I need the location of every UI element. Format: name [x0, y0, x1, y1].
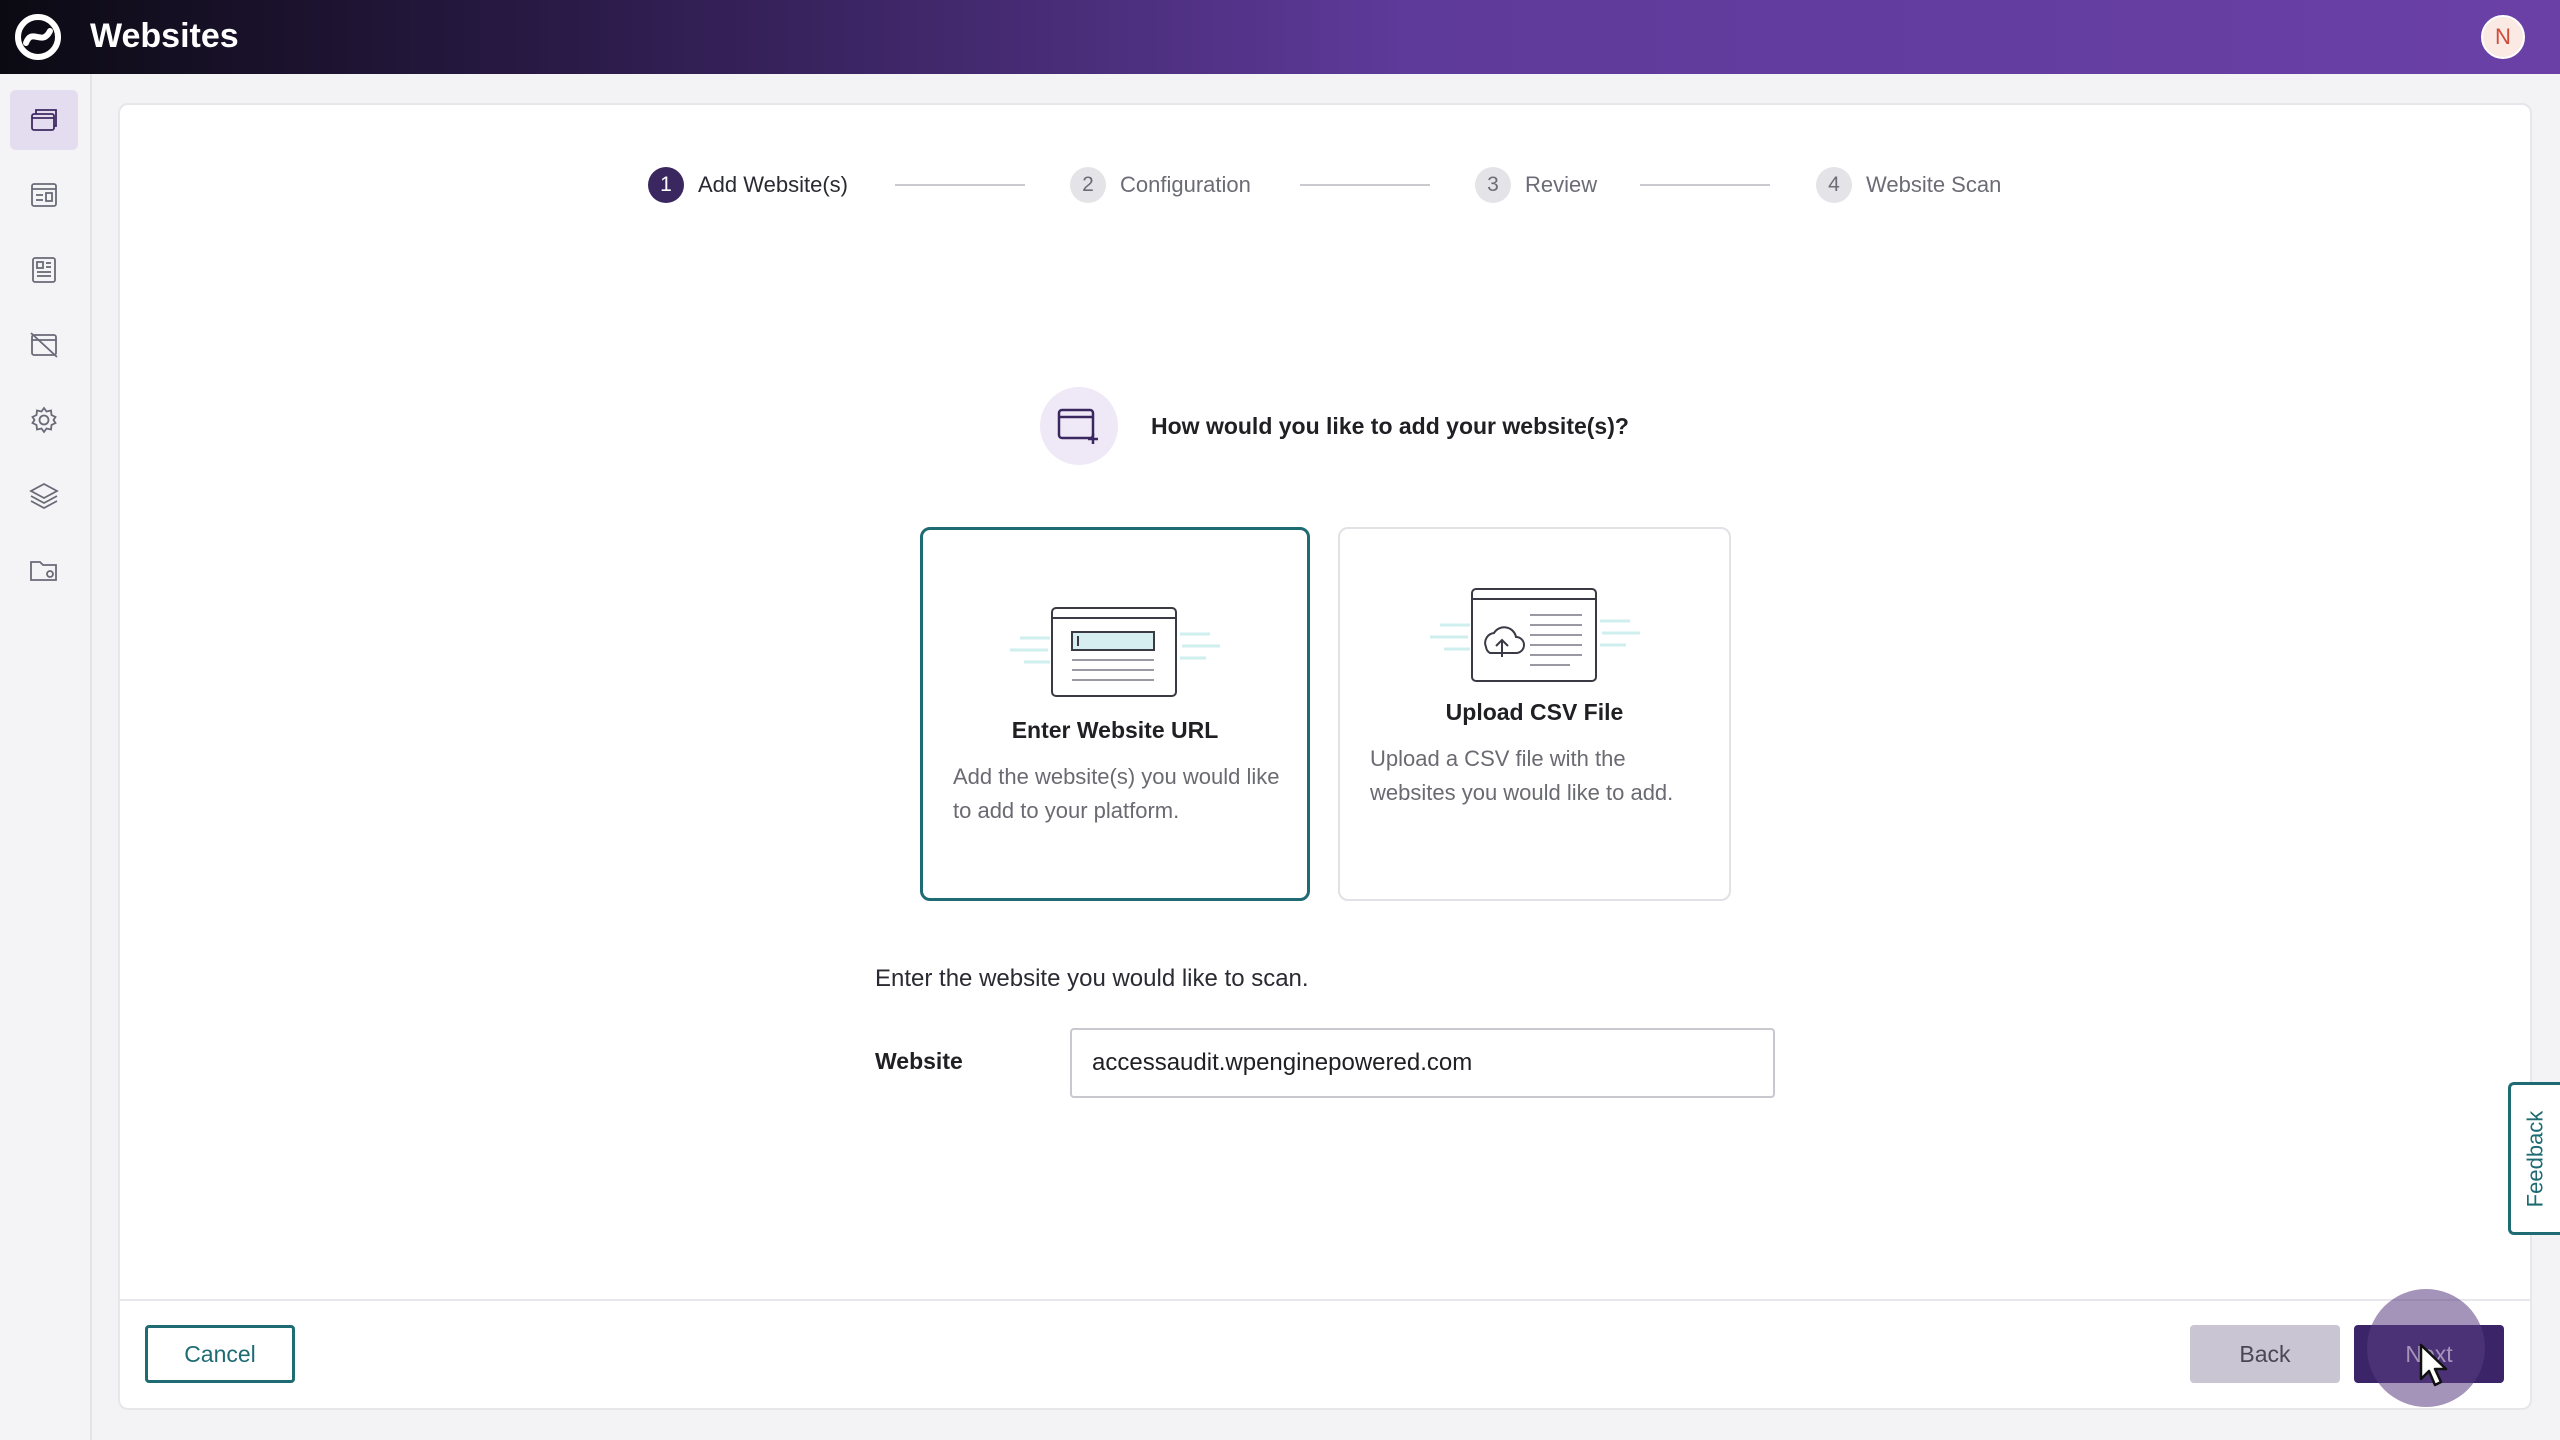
step-number: 4	[1816, 167, 1852, 203]
sidebar-item-dashboard[interactable]	[10, 165, 78, 225]
app-title: Websites	[90, 17, 239, 55]
feedback-tab[interactable]: Feedback	[2508, 1082, 2560, 1235]
website-field-label: Website	[875, 1048, 963, 1074]
website-url-input[interactable]	[1070, 1028, 1775, 1098]
top-app-bar: Websites N	[0, 0, 2560, 74]
option-description: Upload a CSV file with the websites you …	[1370, 746, 1674, 805]
step-label: Website Scan	[1866, 172, 2002, 197]
sidebar-nav	[0, 74, 92, 1440]
step-connector	[895, 184, 1025, 186]
browser-url-illustration-icon	[1010, 607, 1220, 697]
report-document-icon	[32, 257, 56, 283]
step-label: Configuration	[1120, 172, 1251, 197]
back-button[interactable]: Back	[2190, 1325, 2340, 1383]
step-website-scan: 4 Website Scan	[1816, 165, 2001, 205]
upload-csv-illustration-icon	[1429, 588, 1640, 682]
user-avatar[interactable]: N	[2481, 15, 2525, 59]
step-number: 2	[1070, 167, 1106, 203]
add-window-icon	[1040, 387, 1118, 465]
step-connector	[1300, 184, 1430, 186]
sidebar-item-folders[interactable]	[10, 540, 78, 600]
sidebar-item-layers[interactable]	[10, 465, 78, 525]
option-title: Upload CSV File	[1445, 699, 1624, 725]
dashboard-card-icon	[31, 183, 57, 207]
folder-settings-icon	[30, 561, 57, 581]
add-method-question: How would you like to add your website(s…	[1151, 413, 1629, 439]
gear-icon	[31, 406, 57, 434]
scan-prompt: Enter the website you would like to scan…	[875, 965, 1309, 992]
step-configuration: 2 Configuration	[1070, 165, 1251, 205]
step-label: Add Website(s)	[698, 172, 848, 197]
option-upload-csv[interactable]: Upload CSV File Upload a CSV file with t…	[1338, 527, 1731, 901]
option-title: Enter Website URL	[1011, 717, 1219, 743]
step-label: Review	[1525, 172, 1598, 197]
option-description: Add the website(s) you would like to add…	[953, 764, 1280, 823]
add-website-card	[118, 103, 2532, 1410]
cancel-button[interactable]: Cancel	[145, 1325, 295, 1383]
brand-logo-icon[interactable]	[12, 13, 64, 61]
crossed-window-icon	[30, 332, 58, 358]
step-number: 3	[1475, 167, 1511, 203]
sidebar-item-reports[interactable]	[10, 240, 78, 300]
step-add-websites: 1 Add Website(s)	[648, 165, 848, 205]
feedback-label: Feedback	[2522, 1110, 2548, 1207]
browser-windows-icon	[31, 109, 57, 131]
sidebar-item-issues[interactable]	[10, 315, 78, 375]
step-number: 1	[648, 167, 684, 203]
sidebar-item-settings[interactable]	[10, 390, 78, 450]
sidebar-item-websites[interactable]	[10, 90, 78, 150]
footer-divider	[120, 1299, 2530, 1301]
step-review: 3 Review	[1475, 165, 1597, 205]
step-connector	[1640, 184, 1770, 186]
layers-icon	[29, 482, 59, 510]
next-button[interactable]: Next	[2354, 1325, 2504, 1383]
option-enter-url[interactable]: Enter Website URL Add the website(s) you…	[920, 527, 1310, 901]
